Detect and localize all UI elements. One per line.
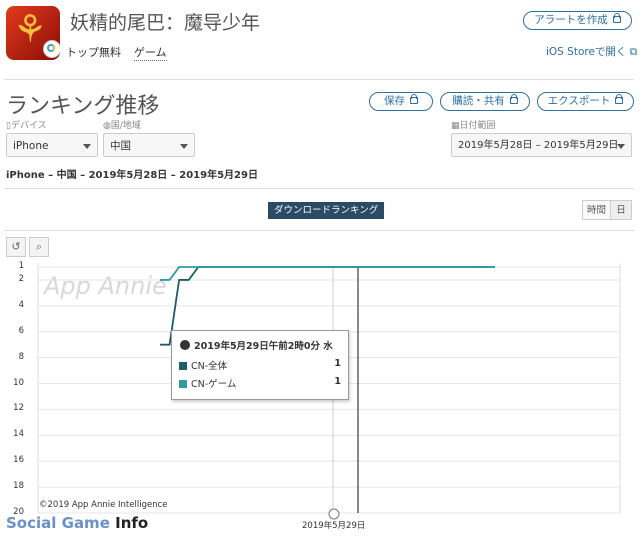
- y-tick-label: 18: [13, 481, 24, 492]
- date-filter-label: ▦日付範囲: [451, 121, 496, 131]
- hour-toggle[interactable]: 時間: [582, 200, 611, 220]
- site-watermark: Social Game Info: [6, 514, 149, 532]
- tooltip-header: 2019年5月29日午前2時0分 水: [180, 338, 333, 352]
- chevron-down-icon: [83, 144, 91, 149]
- calendar-icon: ▦: [451, 121, 460, 131]
- reset-zoom-icon[interactable]: ↺: [6, 237, 26, 257]
- export-button[interactable]: エクスポート: [537, 92, 634, 111]
- tooltip-timestamp: 2019年5月29日午前2時0分 水: [194, 341, 333, 352]
- globe-icon: ◍: [103, 121, 111, 131]
- y-tick-label: 6: [18, 325, 24, 336]
- download-ranking-tag[interactable]: ダウンロードランキング: [268, 202, 385, 219]
- tooltip-row-game: CN-ゲーム: [179, 376, 236, 390]
- lock-icon: [612, 13, 621, 23]
- export-label: エクスポート: [547, 95, 611, 107]
- publisher-badge-icon: [43, 40, 60, 58]
- y-tick-label: 8: [18, 351, 24, 362]
- tooltip-series-name: CN-ゲーム: [191, 379, 237, 390]
- selection-summary: iPhone – 中国 – 2019年5月28日 – 2019年5月29日: [6, 170, 258, 181]
- y-tick-label: 14: [13, 429, 24, 440]
- y-tick-label: 12: [13, 403, 24, 414]
- app-title: 妖精的尾巴：魔导少年: [70, 12, 261, 34]
- create-alert-button[interactable]: アラートを作成: [523, 11, 632, 30]
- tooltip-value: 1: [334, 358, 341, 369]
- save-button[interactable]: 保存: [369, 92, 433, 111]
- country-filter-label: ◍国/地域: [103, 121, 141, 131]
- series-line-game: [160, 266, 495, 281]
- save-label: 保存: [384, 95, 405, 107]
- date-range-value: 2019年5月28日 – 2019年5月29日: [458, 140, 619, 151]
- app-icon: ⚘: [6, 6, 60, 60]
- create-alert-label: アラートを作成: [534, 14, 608, 26]
- app-category-link[interactable]: ゲーム: [134, 44, 167, 61]
- y-tick-label: 2: [18, 273, 24, 284]
- x-axis-handle: [328, 508, 340, 520]
- divider: [4, 79, 634, 80]
- device-select[interactable]: iPhone: [6, 133, 98, 157]
- divider: [4, 188, 634, 189]
- legend-swatch: [179, 362, 187, 370]
- zoom-icon[interactable]: ⌕: [29, 237, 49, 257]
- country-select[interactable]: 中国: [103, 133, 195, 157]
- lock-icon: [410, 94, 418, 104]
- x-tick-label: 2019年5月29日: [302, 521, 366, 531]
- chart-copyright: ©2019 App Annie Intelligence: [39, 500, 168, 510]
- chevron-down-icon: [617, 144, 625, 149]
- y-tick-label: 16: [13, 455, 24, 466]
- globe-icon: [180, 340, 190, 350]
- fairy-tail-logo-icon: ⚘: [13, 7, 48, 51]
- device-filter-label: ▯デバイス: [6, 121, 47, 131]
- external-link-icon: ⧉: [626, 46, 638, 58]
- tooltip-series-name: CN-全体: [191, 361, 228, 372]
- chevron-down-icon: [180, 144, 188, 149]
- subscribe-share-label: 購読・共有: [452, 95, 505, 107]
- y-tick-label: 4: [18, 299, 24, 310]
- lock-icon: [509, 94, 518, 104]
- app-price: トップ無料: [66, 46, 121, 59]
- tooltip-value: 1: [334, 376, 341, 387]
- y-tick-label: 10: [13, 377, 24, 388]
- day-toggle[interactable]: 日: [610, 200, 632, 220]
- legend-swatch: [179, 380, 187, 388]
- lock-icon: [615, 94, 624, 104]
- open-ios-store-label: iOS Storeで開く: [546, 46, 627, 58]
- section-title: ランキング推移: [6, 94, 160, 119]
- date-range-select[interactable]: 2019年5月28日 – 2019年5月29日: [451, 133, 632, 157]
- open-ios-store-link[interactable]: iOS Storeで開く ⧉: [546, 44, 637, 59]
- device-select-value: iPhone: [13, 140, 49, 152]
- divider: [4, 230, 634, 231]
- y-tick-label: 1: [18, 261, 24, 271]
- subscribe-share-button[interactable]: 購読・共有: [440, 92, 530, 111]
- chart-tooltip: 2019年5月29日午前2時0分 水 CN-全体 1 CN-ゲーム 1: [171, 330, 349, 400]
- tooltip-row-total: CN-全体: [179, 358, 227, 372]
- country-select-value: 中国: [110, 140, 131, 152]
